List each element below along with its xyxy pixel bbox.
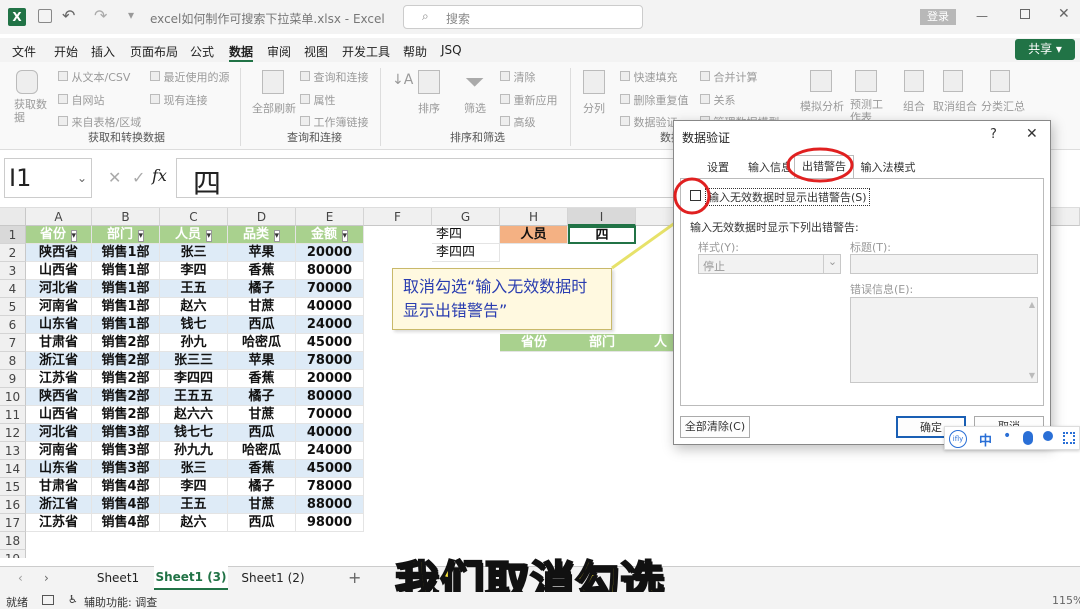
add-sheet-icon[interactable]: + <box>348 568 361 587</box>
red-circle-checkbox <box>673 177 711 215</box>
accessibility-icon: ♿ <box>68 593 78 606</box>
ime-punctuation-icon[interactable]: • <box>1003 428 1011 444</box>
red-circle-annotations <box>673 147 854 215</box>
sheet-tab-sheet1-2[interactable]: Sheet1 (2) <box>236 571 310 585</box>
user-icon[interactable] <box>1043 431 1053 441</box>
ime-chinese-mode[interactable]: 中 <box>979 430 992 449</box>
ime-logo-icon[interactable]: ifly <box>949 430 967 448</box>
macro-record-icon[interactable] <box>42 595 54 605</box>
apps-grid-icon[interactable] <box>1063 432 1075 444</box>
prev-sheet-icon[interactable]: ‹ <box>18 571 23 585</box>
microphone-icon[interactable] <box>1023 431 1033 445</box>
status-accessibility[interactable]: 辅助功能: 调查 <box>84 594 157 610</box>
status-bar: 就绪 ♿ 辅助功能: 调查 115% <box>0 592 1080 609</box>
next-sheet-icon[interactable]: › <box>44 571 49 585</box>
sheet-tab-sheet1[interactable]: Sheet1 <box>86 571 150 585</box>
red-circle-tab <box>786 147 854 183</box>
status-ready: 就绪 <box>6 596 28 609</box>
ime-toolbar: ifly 中 • <box>944 426 1080 450</box>
sheet-tab-sheet1-3[interactable]: Sheet1 (3) <box>154 566 228 590</box>
zoom-level[interactable]: 115% <box>1052 594 1080 607</box>
